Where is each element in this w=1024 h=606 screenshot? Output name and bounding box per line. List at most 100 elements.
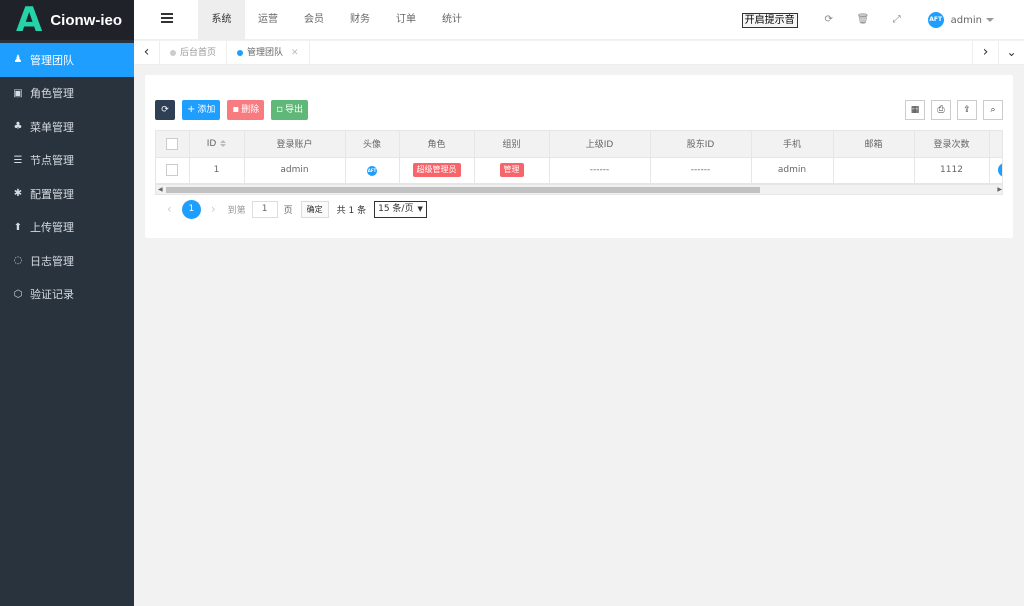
chevron-right-icon[interactable]: ›	[972, 41, 998, 65]
caret-down-icon[interactable]	[986, 18, 994, 22]
scroll-right-icon[interactable]: ▶	[997, 186, 1002, 193]
list-icon: ☰	[13, 154, 23, 166]
nav-member[interactable]: 会员	[291, 0, 337, 40]
logo-text: Cionw-ieo	[50, 11, 122, 29]
nav-system[interactable]: 系统	[198, 0, 245, 40]
sort-icon[interactable]	[220, 139, 227, 147]
goto-page-input[interactable]: 1	[251, 200, 278, 218]
chevron-left-icon[interactable]: ‹	[134, 41, 160, 65]
sidebar-item-label: 管理团队	[30, 53, 74, 67]
plus-icon: +	[187, 104, 196, 115]
add-button[interactable]: + 添加	[182, 100, 221, 120]
sidebar-item-verify[interactable]: ⬡ 验证记录	[0, 278, 134, 312]
export-button[interactable]: ▫ 导出	[271, 100, 308, 120]
sidebar-item-nodes[interactable]: ☰ 节点管理	[0, 144, 134, 178]
close-icon[interactable]: ✕	[291, 41, 299, 65]
user-icon: ♟	[13, 54, 23, 66]
sidebar-item-label: 节点管理	[30, 154, 74, 168]
sound-toggle-button[interactable]: 开启提示音	[741, 12, 798, 28]
prev-page-icon[interactable]: ‹	[167, 202, 172, 216]
col-avatar: 头像	[345, 131, 400, 158]
refresh-icon: ⟳	[161, 105, 169, 115]
page-number[interactable]: 1	[181, 199, 201, 219]
sidebar-item-label: 菜单管理	[30, 120, 74, 134]
top-nav: 系统 运营 会员 财务 订单 统计	[198, 0, 475, 40]
cell-phone: admin	[751, 157, 834, 184]
search-icon[interactable]: ⌕	[983, 100, 1003, 120]
col-more	[989, 131, 1002, 158]
trash-icon[interactable]: 🗑	[857, 14, 870, 26]
menu-toggle-icon[interactable]	[161, 13, 173, 25]
username[interactable]: admin	[951, 15, 982, 26]
col-parent-id: 上级ID	[549, 131, 651, 158]
refresh-button[interactable]: ⟳	[155, 100, 175, 120]
table-header: ID 登录账户 头像 角色 组别 上级ID 股东ID 手机 邮箱 登录次数	[156, 131, 1002, 158]
tab-label: 管理团队	[247, 48, 284, 58]
cell-group: 管理	[474, 157, 550, 184]
cube-icon: ⬡	[13, 288, 23, 300]
content-card: ⟳ + 添加 ▪ 删除 ▫ 导出 ▦ ⎙ ⇪ ⌕ ID 登录账户 头像 角色 组…	[145, 75, 1013, 238]
cell-account: admin	[244, 157, 346, 184]
tree-icon: ♣	[13, 121, 23, 133]
nav-order[interactable]: 订单	[383, 0, 429, 40]
tab-team[interactable]: 管理团队 ✕	[227, 41, 310, 65]
table-row[interactable]: 1 admin AFT 超级管理员 管理 ------ ------ admin…	[156, 157, 1002, 184]
nav-stats[interactable]: 统计	[429, 0, 475, 40]
select-all-cell[interactable]	[156, 131, 190, 158]
refresh-icon[interactable]: ⟳	[823, 14, 835, 26]
log-icon: ◌	[13, 255, 23, 267]
checkbox[interactable]	[166, 137, 179, 150]
sidebar-item-menus[interactable]: ♣ 菜单管理	[0, 110, 134, 144]
fullscreen-icon[interactable]: ⤢	[891, 14, 903, 26]
cell-action[interactable]	[989, 157, 1002, 184]
table-tools: ▦ ⎙ ⇪ ⌕	[899, 100, 1003, 120]
sidebar-item-logs[interactable]: ◌ 日志管理	[0, 244, 134, 278]
col-email: 邮箱	[833, 131, 915, 158]
logo[interactable]: A Cionw-ieo	[0, 0, 134, 40]
sidebar-item-upload[interactable]: ⬆ 上传管理	[0, 211, 134, 245]
tabs: 后台首页 管理团队 ✕	[160, 41, 310, 65]
export-icon: ▫	[276, 104, 283, 115]
col-label: ID	[206, 138, 217, 149]
sidebar-item-team[interactable]: ♟ 管理团队	[0, 43, 134, 77]
chevron-down-icon: ▼	[417, 204, 423, 213]
print-icon[interactable]: ⎙	[931, 100, 951, 120]
tabs-bar: ‹ 后台首页 管理团队 ✕ › ⌄	[134, 41, 1024, 65]
avatar[interactable]: AFT	[927, 12, 944, 28]
row-select[interactable]	[156, 157, 190, 184]
header-right: 开启提示音 ⟳ 🗑 ⤢ AFT admin	[741, 0, 1024, 40]
sidebar-item-roles[interactable]: ▣ 角色管理	[0, 77, 134, 111]
page-size-value: 15 条/页	[378, 203, 414, 214]
total-count: 共 1 条	[336, 205, 367, 216]
data-table: ID 登录账户 头像 角色 组别 上级ID 股东ID 手机 邮箱 登录次数 1	[155, 130, 1003, 195]
sidebar-menu: ♟ 管理团队 ▣ 角色管理 ♣ 菜单管理 ☰ 节点管理 ✱ 配置管理 ⬆ 上传管…	[0, 43, 134, 311]
nav-finance[interactable]: 财务	[337, 0, 383, 40]
horizontal-scrollbar[interactable]: ◀ ▶	[156, 184, 1002, 194]
next-page-icon[interactable]: ›	[211, 202, 216, 216]
nav-operation[interactable]: 运营	[245, 0, 291, 40]
col-group: 组别	[474, 131, 550, 158]
page-size-select[interactable]: 15 条/页 ▼	[374, 200, 427, 218]
top-header: 系统 运营 会员 财务 订单 统计 开启提示音 ⟳ 🗑 ⤢ AFT admin	[134, 0, 1024, 40]
export-label: 导出	[284, 105, 303, 115]
goto-confirm-button[interactable]: 确定	[300, 200, 329, 218]
avatar: AFT	[367, 165, 377, 176]
table-toolbar: ⟳ + 添加 ▪ 删除 ▫ 导出	[155, 100, 315, 120]
page-unit: 页	[283, 205, 293, 216]
columns-icon[interactable]: ▦	[905, 100, 925, 120]
chevron-down-icon[interactable]: ⌄	[998, 41, 1024, 65]
cell-email	[833, 157, 915, 184]
col-holder-id: 股东ID	[650, 131, 752, 158]
checkbox[interactable]	[166, 164, 179, 176]
pagination: ‹ 1 › 到第 1 页 确定 共 1 条 15 条/页 ▼	[163, 199, 427, 219]
goto-label: 到第	[227, 205, 246, 216]
scroll-left-icon[interactable]: ◀	[158, 186, 163, 193]
tab-home[interactable]: 后台首页	[160, 41, 228, 65]
role-badge: 超级管理员	[412, 163, 461, 177]
sidebar-item-config[interactable]: ✱ 配置管理	[0, 177, 134, 211]
export-table-icon[interactable]: ⇪	[957, 100, 977, 120]
action-button[interactable]	[997, 163, 1002, 177]
delete-button[interactable]: ▪ 删除	[227, 100, 265, 120]
scrollbar-thumb[interactable]	[166, 187, 760, 193]
col-id[interactable]: ID	[189, 131, 245, 158]
